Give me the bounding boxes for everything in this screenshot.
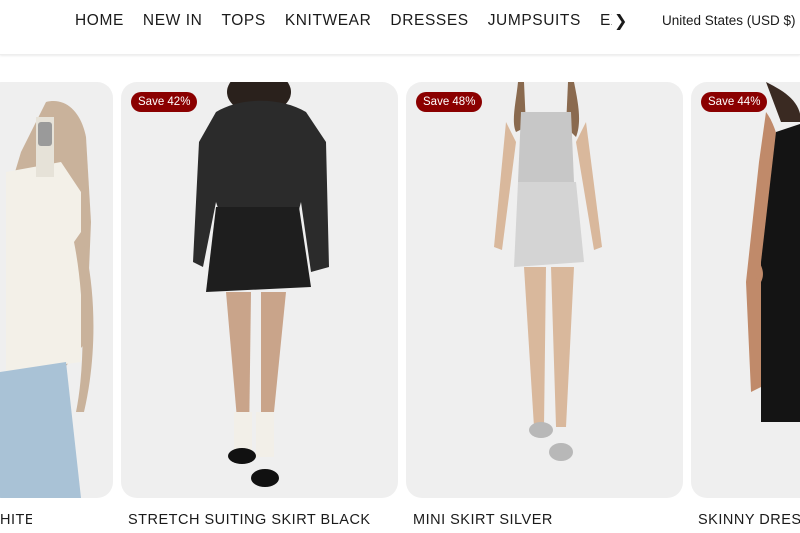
product-card[interactable]: Save 44% (691, 82, 800, 498)
product-card[interactable]: Save 42% (121, 82, 398, 498)
nav-item-home[interactable]: HOME (75, 12, 124, 30)
product-image (494, 82, 602, 461)
product-title[interactable]: HITE (0, 512, 32, 528)
nav-item-dresses[interactable]: DRESSES (390, 12, 468, 30)
site-header: HOME NEW IN TOPS KNITWEAR DRESSES JUMPSU… (0, 0, 800, 55)
product-image (746, 82, 800, 422)
nav-item-tops[interactable]: TOPS (221, 12, 265, 30)
nav-item-ex[interactable]: EX (600, 12, 612, 30)
chevron-right-icon[interactable]: ❯ (614, 11, 627, 31)
region-selector[interactable]: United States (USD $) (662, 13, 796, 28)
product-title[interactable]: MINI SKIRT SILVER (413, 512, 553, 528)
main-nav: HOME NEW IN TOPS KNITWEAR DRESSES JUMPSU… (75, 11, 627, 31)
product-card[interactable]: Save 48% (406, 82, 683, 498)
sale-badge: Save 48% (416, 92, 483, 112)
nav-item-knitwear[interactable]: KNITWEAR (285, 12, 372, 30)
nav-item-jumpsuits[interactable]: JUMPSUITS (488, 12, 581, 30)
product-image (0, 101, 94, 498)
product-title[interactable]: STRETCH SUITING SKIRT BLACK (128, 512, 371, 528)
nav-item-new-in[interactable]: NEW IN (143, 12, 203, 30)
product-card[interactable] (0, 82, 113, 498)
product-title[interactable]: SKINNY DRESS (698, 512, 800, 528)
sale-badge: Save 42% (131, 92, 198, 112)
sale-badge: Save 44% (701, 92, 768, 112)
product-image (193, 82, 329, 487)
